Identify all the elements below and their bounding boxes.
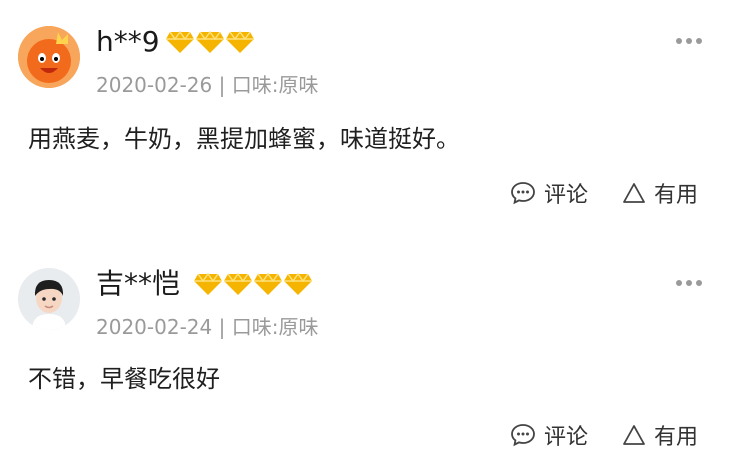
review-actions: 评论 有用 [510,419,698,451]
diamond-badge-icon [284,272,312,295]
dot-icon [676,280,682,286]
review-item: 吉**恺 2020-02-24 | 口味:原味 不错，早餐吃很好 评论 有用 [0,0,730,473]
diamond-badge-icon [254,272,282,295]
useful-label: 有用 [653,425,698,450]
dot-icon [686,280,692,286]
boy-avatar-icon [18,268,80,330]
meta-separator: | [218,315,226,339]
more-options-button[interactable] [676,280,702,286]
flavor-label: 口味:原味 [231,315,319,339]
diamond-badge-icon [224,272,252,295]
review-content: 不错，早餐吃很好 [28,365,220,393]
useful-button[interactable]: 有用 [622,419,698,451]
useful-triangle-icon [623,425,645,445]
dot-icon [696,280,702,286]
review-date: 2020-02-24 [96,315,213,339]
comment-button[interactable]: 评论 [510,419,588,451]
member-badges [194,272,312,296]
comment-icon [511,424,535,447]
comment-label: 评论 [543,425,588,450]
username: 吉**恺 [96,267,181,300]
review-meta: 2020-02-24 | 口味:原味 [96,314,318,340]
diamond-badge-icon [194,272,222,295]
user-avatar[interactable] [18,268,80,330]
